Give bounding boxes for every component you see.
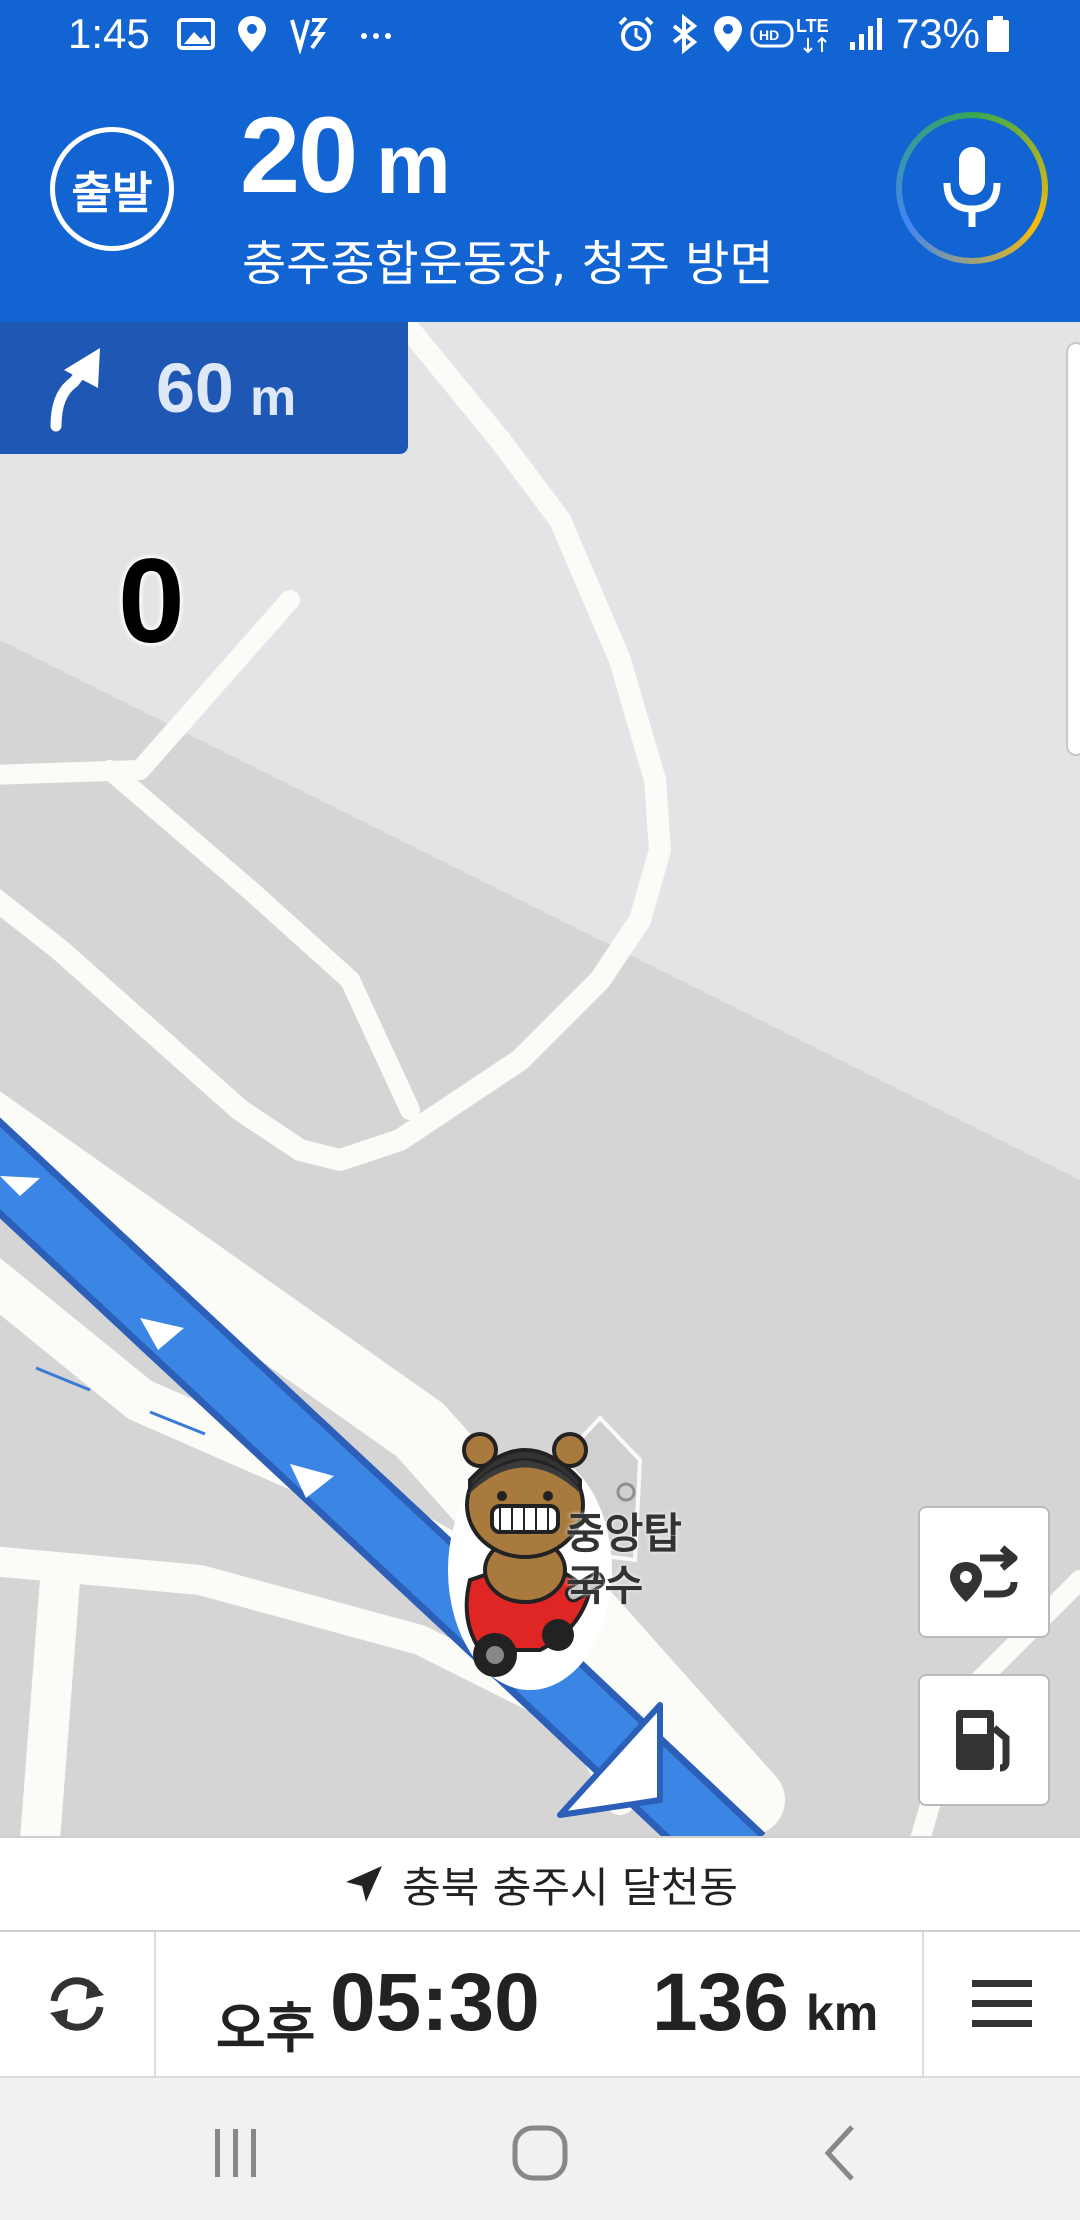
system-navigation-bar [0, 2076, 1080, 2220]
microphone-icon [943, 147, 1001, 227]
next-turn-distance: 60 [156, 349, 234, 427]
remaining-distance: 136 [652, 1957, 789, 2048]
departure-badge: 출발 [50, 127, 174, 251]
home-icon [512, 2125, 568, 2181]
recents-icon [215, 2129, 256, 2177]
refresh-icon [50, 1977, 104, 2031]
side-panel-handle[interactable] [1066, 342, 1080, 756]
signal-icon [850, 18, 882, 50]
current-location-bar: 충북 충주시 달천동 [0, 1836, 1080, 1932]
lte-icon: LTE [796, 16, 829, 54]
fuel-pump-icon [956, 1710, 1010, 1772]
gas-station-button[interactable] [918, 1674, 1050, 1806]
guidance-header: 출발 20 m 충주종합운동장, 청주 방면 [0, 72, 1080, 322]
voice-search-button[interactable] [896, 112, 1048, 264]
reroute-refresh-button[interactable] [0, 1932, 156, 2076]
back-icon [824, 2125, 854, 2181]
eta-time: 05:30 [330, 1957, 540, 2048]
eta-period: 오후 [216, 1997, 316, 2060]
svg-text:LTE: LTE [796, 16, 829, 36]
more-icon [361, 33, 391, 39]
vpn-icon [290, 18, 328, 54]
status-time: 1:45 [68, 10, 150, 57]
trip-info-bar: 오후 05:30 136 km [0, 1932, 1080, 2076]
direction-text: 충주종합운동장, 청주 방면 [242, 236, 774, 292]
current-address: 충북 충주시 달천동 [402, 1862, 738, 1912]
poi-label-line1: 중앙탑 [566, 1509, 682, 1558]
status-bar: 1:45 HD LTE 73% [0, 0, 1080, 72]
recents-button[interactable] [176, 2108, 296, 2198]
current-speed: 0 [118, 534, 185, 668]
navigation-arrow-icon [346, 1866, 383, 1902]
bear-right-arrow-icon [50, 348, 100, 432]
menu-button[interactable] [922, 1932, 1080, 2076]
battery-icon [987, 16, 1009, 52]
alarm-icon [618, 16, 654, 51]
next-turn-panel: 60 m [0, 322, 408, 454]
route-alternative-icon [950, 1545, 1018, 1602]
alternative-route-button[interactable] [918, 1506, 1050, 1638]
turn-distance-unit: m [376, 117, 451, 211]
location-icon [238, 16, 266, 52]
menu-icon [972, 1980, 1032, 2027]
remaining-distance-unit: km [806, 1985, 879, 2041]
back-button[interactable] [780, 2108, 900, 2198]
poi-label-line2: 국수 [566, 1561, 644, 1610]
svg-text:HD: HD [759, 27, 779, 43]
location-icon [714, 16, 742, 52]
turn-distance-value: 20 [240, 94, 358, 215]
hd-voice-icon: HD [750, 20, 794, 48]
home-button[interactable] [480, 2108, 600, 2198]
poi-label[interactable]: 중앙탑 국수 [566, 1508, 682, 1612]
battery-percentage: 73% [895, 10, 980, 57]
next-turn-unit: m [250, 369, 297, 427]
image-icon [177, 18, 215, 50]
bluetooth-icon [672, 14, 698, 54]
